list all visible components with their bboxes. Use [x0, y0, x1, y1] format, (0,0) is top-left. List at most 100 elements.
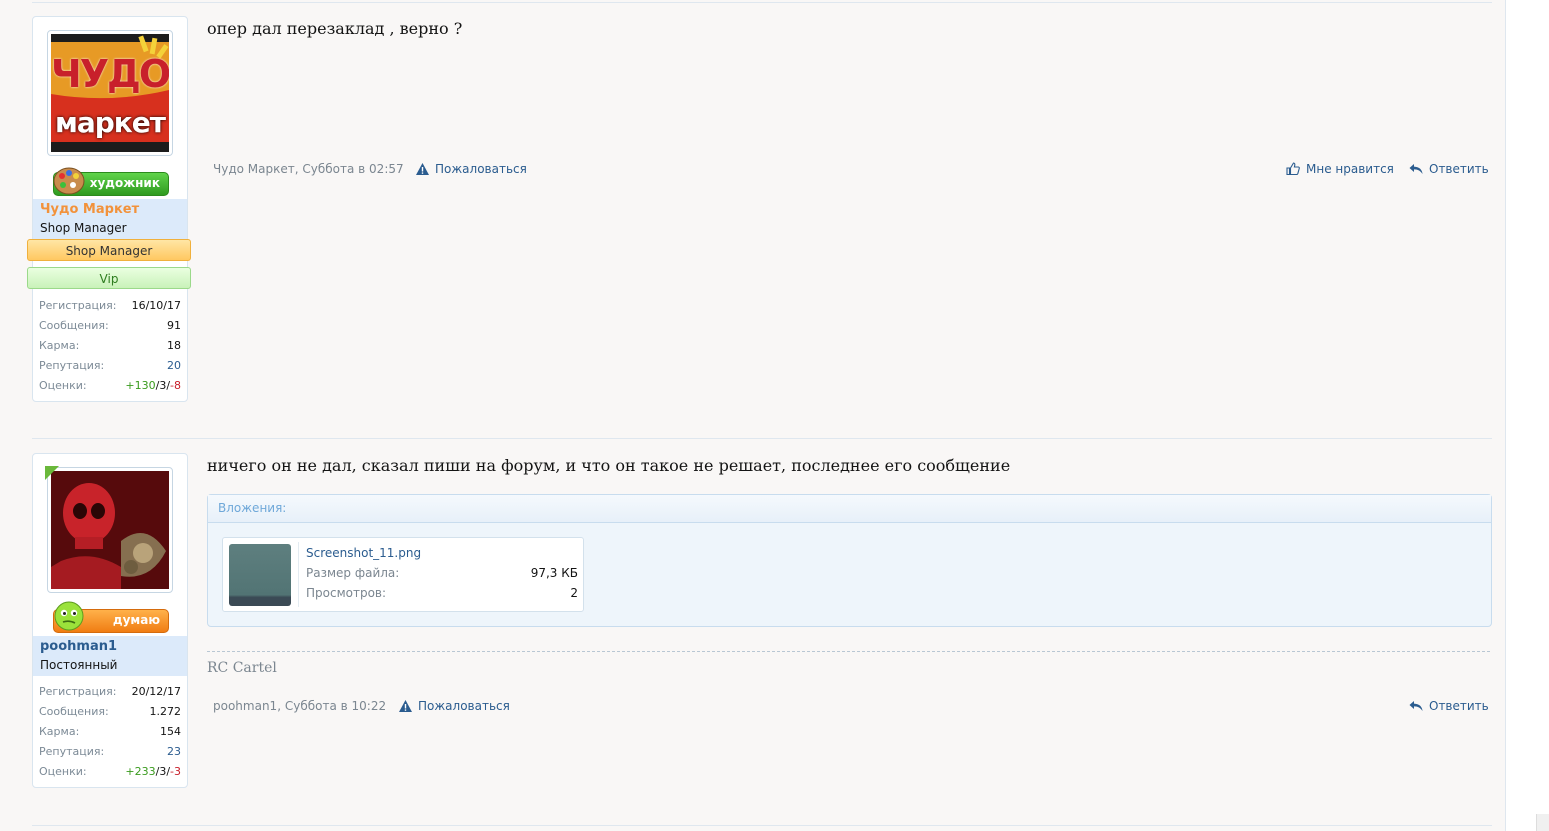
stat-registration: Регистрация: 20/12/17 [39, 682, 181, 702]
trophy-badge[interactable]: художник [53, 167, 169, 196]
post-message: ничего он не дал, сказал пиши на форум, … [207, 456, 1011, 475]
scrollbar-corner[interactable] [1536, 814, 1549, 831]
ratings-value: +233/3/-3 [125, 765, 181, 778]
attachment-thumbnail[interactable] [229, 544, 291, 606]
username-link[interactable]: poohman1 [40, 639, 117, 654]
attachment-size-row: Размер файла: 97,3 КБ [306, 566, 578, 580]
user-banner-shop-manager: Shop Manager [27, 239, 191, 261]
attachment-views-value: 2 [570, 586, 578, 600]
reply-icon [1409, 701, 1423, 711]
attachment-views-row: Просмотров: 2 [306, 586, 578, 600]
post-meta: Чудо Маркет, Суббота в 02:57 [213, 162, 404, 176]
smiley-icon [54, 601, 84, 631]
warning-icon [399, 700, 412, 712]
stat-value[interactable]: 20 [167, 356, 181, 376]
stat-label: Регистрация: [39, 299, 117, 312]
ratings-value: +130/3/-8 [125, 379, 181, 392]
avatar-logo-top: ЧУДО [51, 52, 169, 96]
trophy-label: художник [89, 176, 160, 190]
stat-label: Репутация: [39, 745, 105, 758]
attachments-header: Вложения: [208, 495, 1491, 523]
report-label: Пожаловаться [418, 699, 510, 713]
online-indicator [45, 466, 59, 480]
user-banner-vip: Vip [27, 267, 191, 289]
avatar[interactable] [47, 467, 173, 593]
like-button[interactable]: Мне нравится [1286, 162, 1394, 176]
post-divider [32, 438, 1492, 439]
post-2: думаю poohman1 Постоянный Регистрация: 20… [0, 453, 1505, 793]
stat-value: 18 [167, 339, 181, 352]
post-divider [32, 2, 1492, 3]
report-link[interactable]: Пожаловаться [399, 699, 510, 713]
signature-divider [207, 651, 1490, 652]
stat-reputation: Репутация: 20 [39, 356, 181, 376]
post-message: опер дал перезаклад , верно ? [207, 19, 463, 38]
trophy-label: думаю [112, 613, 160, 627]
stat-value[interactable]: 1.272 [150, 702, 182, 722]
stat-label: Карма: [39, 339, 80, 352]
attachment-views-label: Просмотров: [306, 586, 387, 600]
post-author-link[interactable]: poohman1 [213, 699, 277, 713]
stat-registration: Регистрация: 16/10/17 [39, 296, 181, 316]
reply-label: Ответить [1429, 699, 1489, 713]
skull-avatar-picture [51, 471, 169, 589]
ratings-negative: -8 [170, 379, 181, 392]
post-author-link[interactable]: Чудо Маркет [213, 162, 295, 176]
reply-button[interactable]: Ответить [1409, 699, 1489, 713]
warning-icon [416, 163, 429, 175]
stat-label: Сообщения: [39, 319, 109, 332]
stat-label: Репутация: [39, 359, 105, 372]
avatar-image [51, 471, 169, 589]
stat-value: 16/10/17 [131, 299, 181, 312]
stat-value: 154 [160, 725, 181, 738]
user-name-area: Чудо Маркет Shop Manager [33, 199, 187, 239]
post-date-link[interactable]: Суббота в 10:22 [285, 699, 386, 713]
attachment-card: Screenshot_11.png Размер файла: 97,3 КБ П… [222, 537, 584, 612]
stat-karma: Карма: 154 [39, 722, 181, 742]
attachment-filename-link[interactable]: Screenshot_11.png [306, 546, 421, 560]
attachment-divider [298, 542, 299, 607]
avatar-image: ЧУДО маркет [51, 34, 169, 152]
user-name-area: poohman1 Постоянный [33, 636, 187, 676]
stat-value[interactable]: 91 [167, 316, 181, 336]
reply-label: Ответить [1429, 162, 1489, 176]
post-meta: poohman1, Суббота в 10:22 [213, 699, 386, 713]
attachment-size-label: Размер файла: [306, 566, 400, 580]
report-link[interactable]: Пожаловаться [416, 162, 527, 176]
attachment-size-value: 97,3 КБ [530, 566, 578, 580]
stat-value: 20/12/17 [131, 685, 181, 698]
thumbs-up-icon [1286, 162, 1300, 176]
stat-label: Оценки: [39, 379, 87, 392]
reply-button[interactable]: Ответить [1409, 162, 1489, 176]
stat-karma: Карма: 18 [39, 336, 181, 356]
avatar-logo-bottom: маркет [54, 106, 166, 139]
ratings-negative: -3 [170, 765, 181, 778]
username-link[interactable]: Чудо Маркет [40, 202, 139, 217]
post-divider [32, 825, 1492, 826]
like-label: Мне нравится [1306, 162, 1394, 176]
user-info-block: думаю poohman1 Постоянный Регистрация: 20… [32, 453, 188, 788]
palette-icon [53, 167, 85, 195]
avatar[interactable]: ЧУДО маркет [47, 30, 173, 156]
reply-icon [1409, 164, 1423, 174]
attachments-label: Вложения: [218, 501, 287, 515]
thread-page: ЧУДО маркет художник Чудо Маркет Shop Ma… [0, 0, 1506, 831]
ratings-positive: +233 [125, 765, 156, 778]
user-info-block: ЧУДО маркет художник Чудо Маркет Shop Ma… [27, 16, 191, 402]
ratings-positive: +130 [125, 379, 156, 392]
attachments-block: Вложения: Screenshot_11.png Размер файла… [207, 494, 1492, 627]
report-label: Пожаловаться [435, 162, 527, 176]
user-stats: Регистрация: 16/10/17 Сообщения: 91 Карма:… [39, 296, 181, 396]
stat-label: Карма: [39, 725, 80, 738]
stat-label: Сообщения: [39, 705, 109, 718]
user-title: Постоянный [40, 658, 118, 672]
meta-sep: , [277, 699, 285, 713]
stat-messages: Сообщения: 1.272 [39, 702, 181, 722]
stat-value[interactable]: 23 [167, 742, 181, 762]
stat-ratings: Оценки: +130/3/-8 [39, 376, 181, 396]
user-stats: Регистрация: 20/12/17 Сообщения: 1.272 Кар… [39, 682, 181, 782]
stat-ratings: Оценки: +233/3/-3 [39, 762, 181, 782]
trophy-badge[interactable]: думаю [53, 601, 169, 633]
post-date-link[interactable]: Суббота в 02:57 [302, 162, 403, 176]
stat-label: Оценки: [39, 765, 87, 778]
